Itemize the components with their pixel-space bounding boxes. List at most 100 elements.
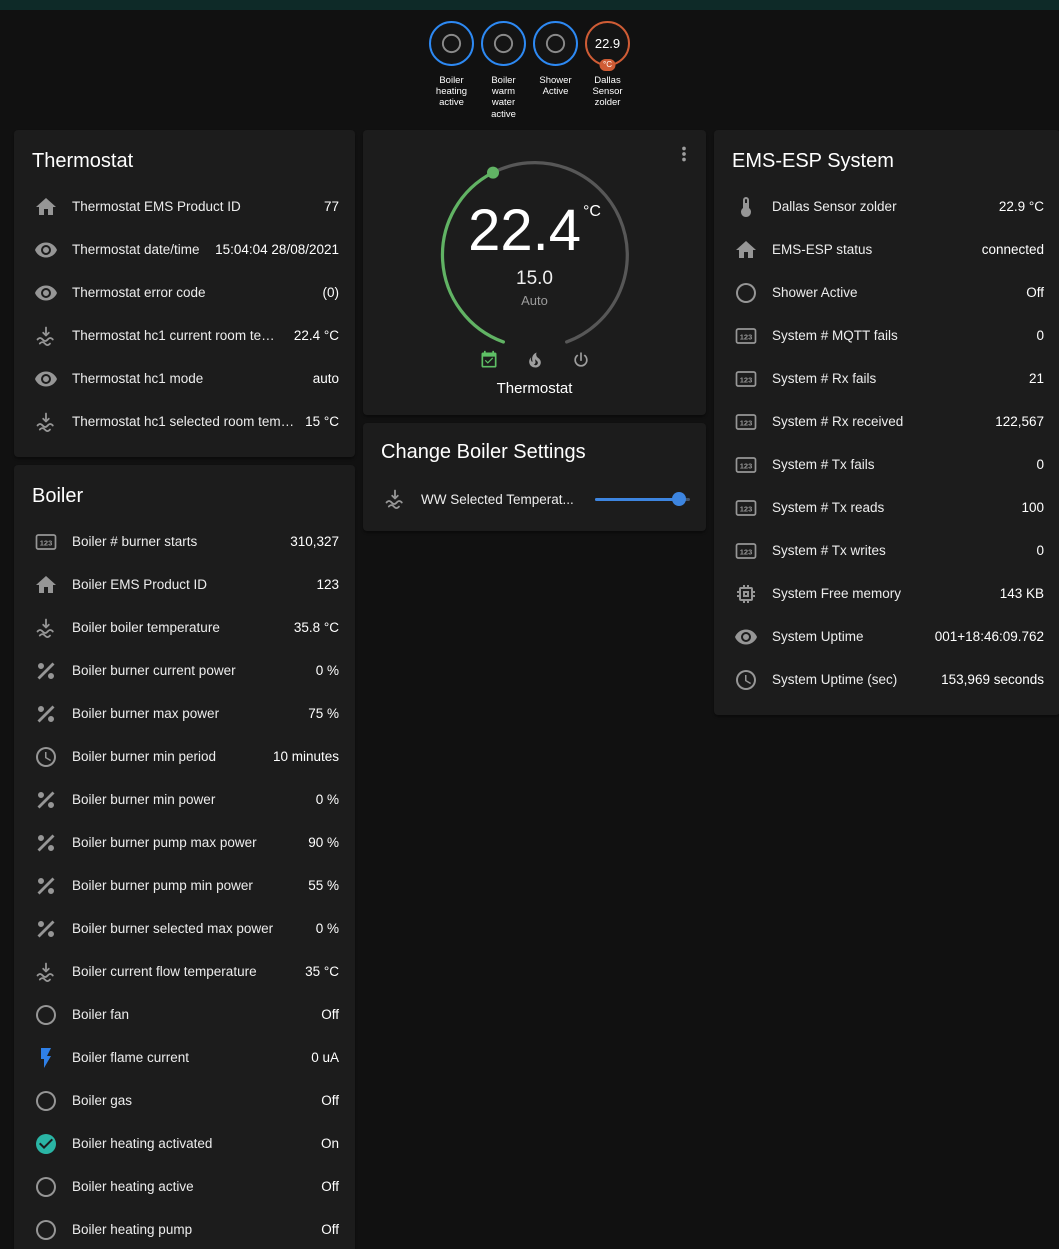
entity-name: System # Tx reads bbox=[772, 500, 1011, 515]
left-column: Thermostat Thermostat EMS Product ID77Th… bbox=[14, 130, 355, 1249]
svg-text:123: 123 bbox=[740, 504, 753, 513]
entity-row[interactable]: System Uptime (sec)153,969 seconds bbox=[730, 658, 1044, 701]
mode-buttons bbox=[424, 350, 646, 370]
entity-name: Boiler burner selected max power bbox=[72, 921, 306, 936]
entity-state: 0 uA bbox=[311, 1050, 339, 1065]
thermostat-dial[interactable]: 22.4°C 15.0 Auto bbox=[424, 144, 646, 366]
badge-dallas-sensor-zolder[interactable]: 22.9°CDallas Sensor zolder bbox=[584, 21, 632, 109]
entity-row[interactable]: 123System # Rx received122,567 bbox=[730, 400, 1044, 443]
entity-state: On bbox=[321, 1136, 339, 1151]
svg-text:123: 123 bbox=[740, 375, 753, 384]
entity-name: System Free memory bbox=[772, 586, 990, 601]
card-title-boiler: Boiler bbox=[30, 483, 339, 520]
entity-row[interactable]: Boiler fan Off bbox=[30, 993, 339, 1036]
circle-icon bbox=[440, 32, 463, 55]
power-icon[interactable] bbox=[571, 350, 591, 370]
eye-icon bbox=[34, 281, 58, 305]
entity-state: 310,327 bbox=[290, 534, 339, 549]
counter-icon: 123 bbox=[734, 367, 758, 391]
entity-row[interactable]: Boiler burner max power75 % bbox=[30, 692, 339, 735]
entity-row[interactable]: Thermostat hc1 selected room temper...15… bbox=[30, 400, 339, 443]
entity-row[interactable]: Boiler EMS Product ID123 bbox=[30, 563, 339, 606]
entity-row[interactable]: Boiler heating activeOff bbox=[30, 1165, 339, 1208]
entity-row[interactable]: Dallas Sensor zolder22.9 °C bbox=[730, 185, 1044, 228]
percent-icon bbox=[34, 788, 58, 812]
eye-icon bbox=[34, 238, 58, 262]
entity-row[interactable]: Boiler gas Off bbox=[30, 1079, 339, 1122]
entity-state: Off bbox=[321, 1093, 339, 1108]
entity-row[interactable]: System Uptime001+18:46:09.762 bbox=[730, 615, 1044, 658]
boiler-entity-list: 123Boiler # burner starts310,327Boiler E… bbox=[30, 520, 339, 1249]
entity-row[interactable]: Thermostat error code(0) bbox=[30, 271, 339, 314]
calendar-check-icon[interactable] bbox=[479, 350, 499, 370]
entity-row[interactable]: Thermostat EMS Product ID77 bbox=[30, 185, 339, 228]
svg-text:123: 123 bbox=[740, 418, 753, 427]
entity-row[interactable]: Boiler flame current0 uA bbox=[30, 1036, 339, 1079]
entity-row[interactable]: 123System # Rx fails21 bbox=[730, 357, 1044, 400]
entity-row[interactable]: Boiler burner selected max power0 % bbox=[30, 907, 339, 950]
entity-name: Thermostat hc1 current room temper... bbox=[72, 328, 284, 343]
coolant-temperature-icon bbox=[34, 410, 58, 434]
entity-row[interactable]: Boiler heating activatedOn bbox=[30, 1122, 339, 1165]
ww-selected-temperature-row[interactable]: WW Selected Temperat... bbox=[379, 476, 690, 522]
badge-label: Boiler heating active bbox=[428, 75, 476, 109]
entity-row[interactable]: 123System # Tx writes0 bbox=[730, 529, 1044, 572]
counter-icon: 123 bbox=[734, 539, 758, 563]
entity-state: 0 bbox=[1036, 457, 1044, 472]
entity-row[interactable]: Boiler heating pumpOff bbox=[30, 1208, 339, 1249]
svg-text:123: 123 bbox=[740, 461, 753, 470]
circle-icon bbox=[34, 1218, 58, 1242]
entity-row[interactable]: Boiler burner pump min power55 % bbox=[30, 864, 339, 907]
badge-boiler-heating-active[interactable]: Boiler heating active bbox=[428, 21, 476, 109]
entity-row[interactable]: 123 System # Tx reads 100 bbox=[730, 486, 1044, 529]
badge-circle bbox=[533, 21, 578, 66]
entity-row[interactable]: System Free memory 143 KB bbox=[730, 572, 1044, 615]
thermometer-icon bbox=[734, 195, 758, 219]
entity-state: 143 KB bbox=[1000, 586, 1044, 601]
entity-name: Boiler fan bbox=[72, 1007, 311, 1022]
entity-row[interactable]: Thermostat hc1 current room temper...22.… bbox=[30, 314, 339, 357]
entity-state: 100 bbox=[1021, 500, 1044, 515]
home-icon bbox=[734, 238, 758, 262]
entity-row[interactable]: Boiler current flow temperature35 °C bbox=[30, 950, 339, 993]
memory-icon bbox=[734, 582, 758, 606]
eye-icon bbox=[734, 625, 758, 649]
home-icon bbox=[34, 573, 58, 597]
entity-row[interactable]: Boiler burner pump max power90 % bbox=[30, 821, 339, 864]
counter-icon: 123 bbox=[734, 410, 758, 434]
entity-name: Boiler burner current power bbox=[72, 663, 306, 678]
entity-name: WW Selected Temperat... bbox=[421, 492, 595, 507]
entity-row[interactable]: EMS-ESP statusconnected bbox=[730, 228, 1044, 271]
entity-row[interactable]: 123System # Tx fails0 bbox=[730, 443, 1044, 486]
entity-row[interactable]: Thermostat hc1 modeauto bbox=[30, 357, 339, 400]
ww-slider-knob[interactable] bbox=[672, 492, 686, 506]
entity-row[interactable]: Shower ActiveOff bbox=[730, 271, 1044, 314]
badge-shower-active[interactable]: Shower Active bbox=[532, 21, 580, 97]
entity-name: Boiler gas bbox=[72, 1093, 311, 1108]
entity-row[interactable]: Boiler burner current power0 % bbox=[30, 649, 339, 692]
circle-icon bbox=[734, 281, 758, 305]
ww-temperature-slider[interactable] bbox=[595, 485, 690, 513]
coolant-temperature-icon bbox=[34, 616, 58, 640]
entity-row[interactable]: Boiler burner min power0 % bbox=[30, 778, 339, 821]
ww-slider-fill bbox=[595, 498, 679, 501]
top-bar bbox=[0, 0, 1059, 10]
entity-row[interactable]: Thermostat date/time15:04:04 28/08/2021 bbox=[30, 228, 339, 271]
entity-row[interactable]: 123Boiler # burner starts310,327 bbox=[30, 520, 339, 563]
more-options-button[interactable] bbox=[668, 138, 700, 170]
svg-text:123: 123 bbox=[740, 547, 753, 556]
entity-row[interactable]: Boiler boiler temperature35.8 °C bbox=[30, 606, 339, 649]
entity-state: 0 % bbox=[316, 792, 339, 807]
dots-vertical-icon bbox=[668, 143, 700, 165]
change-boiler-settings-card: Change Boiler Settings WW Selected Tempe… bbox=[363, 423, 706, 531]
percent-icon bbox=[34, 659, 58, 683]
badge-row: Boiler heating activeBoiler warm water a… bbox=[0, 10, 1059, 130]
fire-icon[interactable] bbox=[525, 350, 545, 370]
entity-state: Off bbox=[321, 1007, 339, 1022]
entity-state: 35 °C bbox=[305, 964, 339, 979]
badge-boiler-warm-water-active[interactable]: Boiler warm water active bbox=[480, 21, 528, 120]
entity-row[interactable]: Boiler burner min period10 minutes bbox=[30, 735, 339, 778]
entity-row[interactable]: 123System # MQTT fails0 bbox=[730, 314, 1044, 357]
clock-icon bbox=[734, 668, 758, 692]
badge-label: Boiler warm water active bbox=[480, 75, 528, 120]
